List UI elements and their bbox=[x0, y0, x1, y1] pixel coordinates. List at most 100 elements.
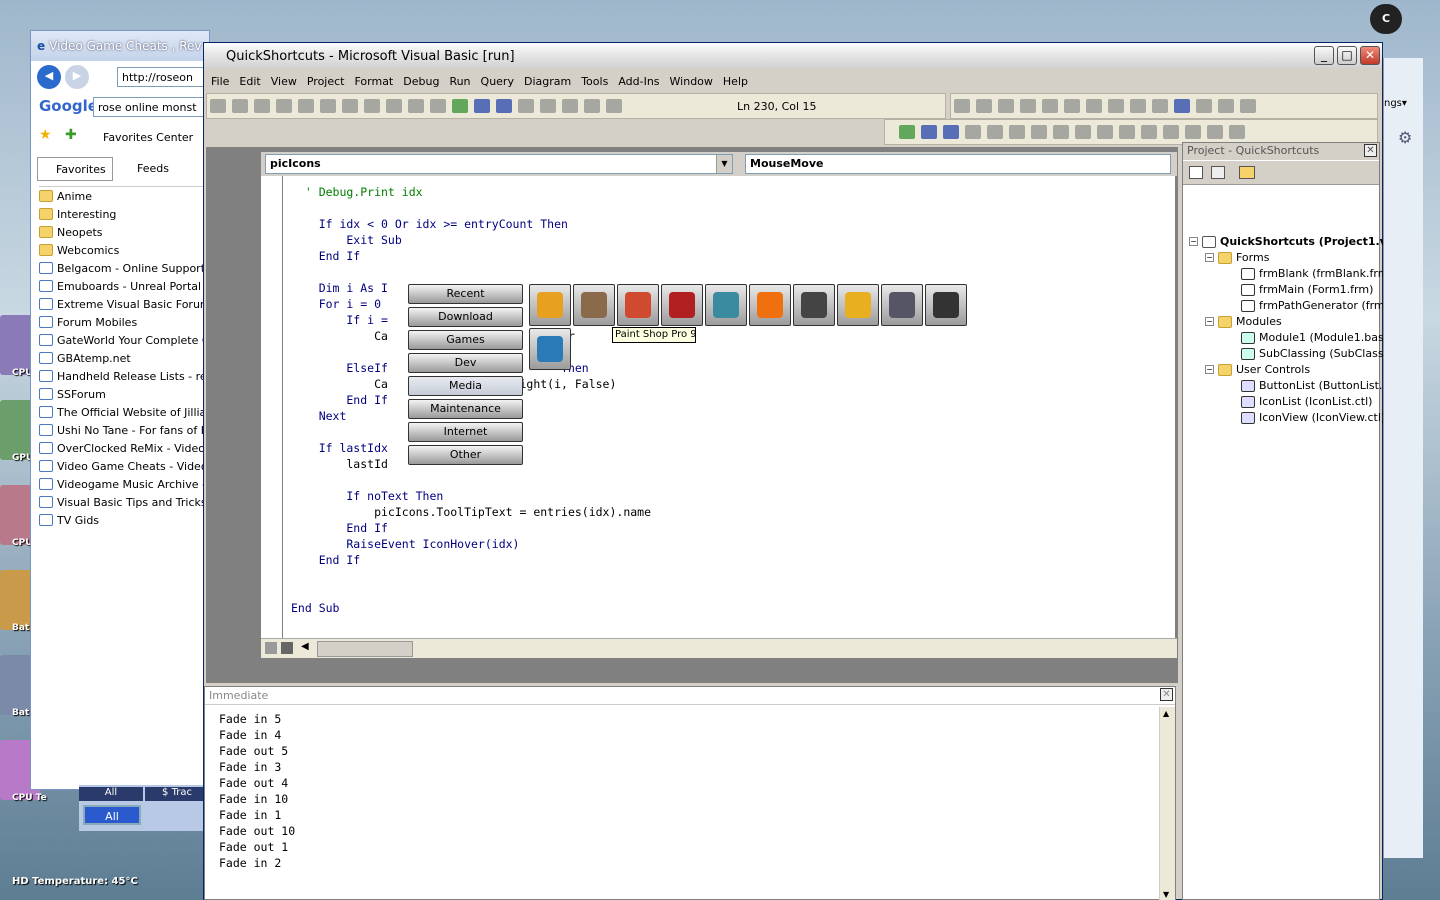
hand-icon[interactable] bbox=[965, 125, 981, 139]
close-icon[interactable]: ✕ bbox=[1364, 144, 1377, 157]
scroll-up-icon[interactable]: ▲ bbox=[1163, 709, 1169, 718]
favorite-item[interactable]: Anime bbox=[39, 187, 209, 205]
favorite-item[interactable]: Emuboards - Unreal Portal bbox=[39, 277, 209, 295]
favorite-item[interactable]: GateWorld Your Complete G bbox=[39, 331, 209, 349]
category-maintenance[interactable]: Maintenance bbox=[408, 399, 523, 419]
launcher-tile[interactable] bbox=[749, 284, 791, 326]
copy-icon[interactable] bbox=[342, 99, 358, 113]
project-explorer-icon[interactable] bbox=[518, 99, 534, 113]
step-over-icon[interactable] bbox=[1009, 125, 1025, 139]
launcher-tile[interactable] bbox=[617, 284, 659, 326]
view-object-icon[interactable] bbox=[1211, 166, 1225, 179]
favorite-item[interactable]: Handheld Release Lists - rele bbox=[39, 367, 209, 385]
favorite-item[interactable]: TV Gids bbox=[39, 511, 209, 529]
toggle-bookmark-icon[interactable] bbox=[1174, 99, 1190, 113]
favorite-item[interactable]: Video Game Cheats - Video G bbox=[39, 457, 209, 475]
object-combo[interactable]: picIcons ▼ bbox=[265, 154, 733, 174]
forward-button[interactable]: ▶ bbox=[65, 65, 89, 89]
chevron-down-icon[interactable]: ▼ bbox=[716, 155, 732, 173]
view-code-icon[interactable] bbox=[1189, 166, 1203, 179]
project-root[interactable]: − QuickShortcuts (Project1.v bbox=[1189, 235, 1387, 248]
menu-diagram[interactable]: Diagram bbox=[519, 75, 576, 88]
launcher-tile[interactable] bbox=[881, 284, 923, 326]
scroll-left-icon[interactable]: ◀ bbox=[301, 641, 309, 652]
minimize-button[interactable]: _ bbox=[1314, 46, 1334, 65]
forms-folder[interactable]: − Forms bbox=[1205, 251, 1269, 264]
gear-icon[interactable]: ⚙ bbox=[1398, 128, 1412, 147]
tab-feeds[interactable]: Feeds bbox=[119, 157, 179, 181]
modules-folder[interactable]: − Modules bbox=[1205, 315, 1282, 328]
menu-help[interactable]: Help bbox=[718, 75, 753, 88]
favorite-item[interactable]: Belgacom - Online Support bbox=[39, 259, 209, 277]
menu-query[interactable]: Query bbox=[476, 75, 519, 88]
complete-word-icon[interactable] bbox=[1042, 99, 1058, 113]
ccleaner-icon[interactable]: C bbox=[1370, 4, 1402, 34]
save-icon[interactable] bbox=[298, 99, 314, 113]
favorites-star-icon[interactable]: ★ bbox=[39, 127, 52, 143]
launcher-tile[interactable] bbox=[661, 284, 703, 326]
menu-project[interactable]: Project bbox=[302, 75, 350, 88]
full-module-view-icon[interactable] bbox=[281, 642, 293, 654]
immediate-icon[interactable] bbox=[1075, 125, 1091, 139]
stop-icon[interactable] bbox=[943, 125, 959, 139]
tree-item[interactable]: frmBlank (frmBlank.frm) bbox=[1241, 267, 1393, 280]
stop-icon[interactable] bbox=[496, 99, 512, 113]
category-internet[interactable]: Internet bbox=[408, 422, 523, 442]
menu-edit[interactable]: Edit bbox=[234, 75, 265, 88]
previous-bookmark-icon[interactable] bbox=[1218, 99, 1234, 113]
next-bookmark-icon[interactable] bbox=[1196, 99, 1212, 113]
tree-item[interactable]: frmMain (Form1.frm) bbox=[1241, 283, 1373, 296]
maximize-button[interactable]: □ bbox=[1337, 46, 1357, 65]
tree-item[interactable]: Module1 (Module1.bas) bbox=[1241, 331, 1388, 344]
call-stack-icon[interactable] bbox=[1141, 125, 1157, 139]
tab-trac[interactable]: $ Trac bbox=[145, 787, 209, 801]
run-icon[interactable] bbox=[452, 99, 468, 113]
clear-bookmarks-icon[interactable] bbox=[1240, 99, 1256, 113]
locals-icon[interactable] bbox=[1053, 125, 1069, 139]
quick-info-icon[interactable] bbox=[998, 99, 1014, 113]
category-dev[interactable]: Dev bbox=[408, 353, 523, 373]
run-icon[interactable] bbox=[899, 125, 915, 139]
outdent-icon[interactable] bbox=[1086, 99, 1102, 113]
menu-tools[interactable]: Tools bbox=[576, 75, 613, 88]
scroll-thumb[interactable] bbox=[317, 641, 413, 657]
favorite-item[interactable]: Neopets bbox=[39, 223, 209, 241]
margin-indicator-bar[interactable] bbox=[261, 176, 283, 638]
category-download[interactable]: Download bbox=[408, 307, 523, 327]
category-games[interactable]: Games bbox=[408, 330, 523, 350]
launcher-tile[interactable] bbox=[793, 284, 835, 326]
menu-debug[interactable]: Debug bbox=[398, 75, 444, 88]
menu-add-ins[interactable]: Add-Ins bbox=[613, 75, 664, 88]
add-project-icon[interactable] bbox=[210, 99, 226, 113]
parameter-info-icon[interactable] bbox=[1020, 99, 1036, 113]
close-icon[interactable]: ✕ bbox=[1160, 688, 1173, 701]
horizontal-scrollbar[interactable]: ◀ bbox=[261, 638, 1177, 658]
back-button[interactable]: ◀ bbox=[37, 65, 61, 89]
size-icon[interactable] bbox=[1207, 125, 1223, 139]
lock-icon[interactable] bbox=[1229, 125, 1245, 139]
tab-favorites[interactable]: Favorites bbox=[37, 157, 113, 181]
find-icon[interactable] bbox=[386, 99, 402, 113]
tree-item[interactable]: frmPathGenerator (frmF bbox=[1241, 299, 1391, 312]
favorite-item[interactable]: OverClocked ReMix - Video G bbox=[39, 439, 209, 457]
menu-window[interactable]: Window bbox=[665, 75, 718, 88]
procedure-view-icon[interactable] bbox=[265, 642, 277, 654]
launcher-tile[interactable] bbox=[925, 284, 967, 326]
launcher-tile[interactable] bbox=[705, 284, 747, 326]
align-icon[interactable] bbox=[1163, 125, 1179, 139]
menu-view[interactable]: View bbox=[266, 75, 302, 88]
add-favorite-icon[interactable]: ✚ bbox=[65, 127, 77, 143]
properties-icon[interactable] bbox=[540, 99, 556, 113]
favorite-item[interactable]: Visual Basic Tips and Tricks bbox=[39, 493, 209, 511]
center-icon[interactable] bbox=[1185, 125, 1201, 139]
hand-icon[interactable] bbox=[1108, 99, 1124, 113]
favorite-item[interactable]: Extreme Visual Basic Forum - bbox=[39, 295, 209, 313]
cut-icon[interactable] bbox=[320, 99, 336, 113]
uncomment-block-icon[interactable] bbox=[1152, 99, 1168, 113]
form-layout-icon[interactable] bbox=[562, 99, 578, 113]
step-into-icon[interactable] bbox=[987, 125, 1003, 139]
redo-icon[interactable] bbox=[430, 99, 446, 113]
toolbox-icon[interactable] bbox=[606, 99, 622, 113]
favorite-item[interactable]: Videogame Music Archive - 1 bbox=[39, 475, 209, 493]
usercontrols-folder[interactable]: − User Controls bbox=[1205, 363, 1310, 376]
